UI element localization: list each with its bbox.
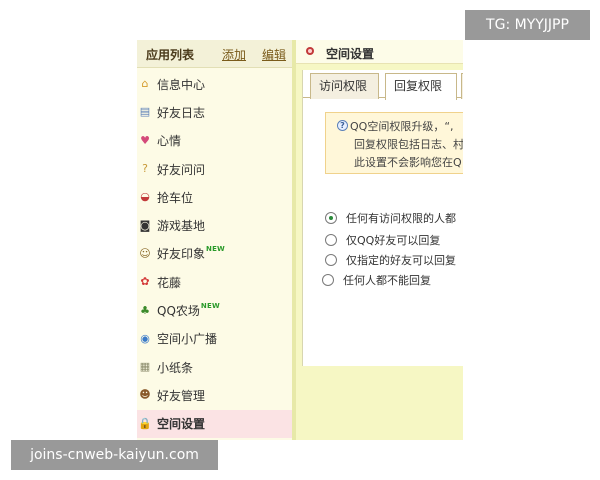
sidebar-item[interactable]: ✿ 花藤 bbox=[137, 268, 292, 296]
sidebar-item-label: 好友管理 bbox=[157, 388, 206, 403]
sidebar-item-label: 好友问问 bbox=[157, 162, 206, 177]
notice-line-3: 此设置不会影响您在Q bbox=[354, 156, 462, 169]
sidebar-item[interactable]: ☺ 好友印象 NEW bbox=[137, 240, 292, 268]
option-label: 任何人都不能回复 bbox=[343, 274, 431, 287]
radio-button[interactable] bbox=[325, 212, 337, 224]
watermark-top: TG: MYYJJPP bbox=[465, 10, 590, 40]
sidebar-item-label: 空间设置 bbox=[157, 417, 206, 432]
person-icon: ☺ bbox=[139, 246, 151, 260]
lock-icon: 🔒 bbox=[138, 416, 152, 430]
sidebar-item[interactable]: ? 好友问问 bbox=[137, 155, 292, 183]
home-icon: ⌂ bbox=[141, 77, 149, 91]
flower-icon: ✿ bbox=[140, 275, 150, 289]
sidebar-item-label: 空间小广播 bbox=[157, 332, 218, 347]
settings-content: 空间设置 访问权限 回复权限 ? QQ空间权限升级，“, 回复权限包括日志、村 … bbox=[296, 40, 463, 440]
new-badge: NEW bbox=[206, 244, 225, 253]
edit-apps-link[interactable]: 编辑 bbox=[262, 46, 286, 63]
sidebar-item-label: 好友印象 bbox=[157, 247, 206, 262]
sidebar-item-label: 花藤 bbox=[157, 275, 182, 290]
heart-icon: ♥ bbox=[140, 133, 150, 147]
sidebar-app-list: ⌂ 信息中心 ▤ 好友日志 ♥ 心情? 好友问问 ◒ 抢车位 ◙ 游戏基地 ☺ 好友印象 NEW ✿ 花藤 ♣ Q… bbox=[137, 70, 292, 438]
info-icon: ? bbox=[337, 120, 348, 131]
radio-button[interactable] bbox=[322, 274, 334, 286]
sidebar-item[interactable]: ◉ 空间小广播 bbox=[137, 325, 292, 353]
page: 应用列表 添加 编辑 ⌂ 信息中心 ▤ 好友日志 ♥ 心情? 好友问问 ◒ 抢车位 ◙ 游戏基地 ☺ 好… bbox=[0, 0, 600, 480]
app-sidebar: 应用列表 添加 编辑 ⌂ 信息中心 ▤ 好友日志 ♥ 心情? 好友问问 ◒ 抢车位 ◙ 游戏基地 ☺ 好… bbox=[137, 40, 292, 440]
add-app-link[interactable]: 添加 bbox=[222, 46, 246, 63]
sidebar-item[interactable]: ♥ 心情 bbox=[137, 127, 292, 155]
car-icon: ◒ bbox=[140, 190, 150, 204]
reply-option[interactable]: 仅QQ好友可以回复 bbox=[325, 232, 440, 248]
sidebar-header: 应用列表 添加 编辑 bbox=[137, 40, 292, 68]
sidebar-item[interactable]: ◙ 游戏基地 bbox=[137, 211, 292, 239]
tab-reply-permission[interactable]: 回复权限 bbox=[385, 73, 457, 100]
sidebar-item-label: 游戏基地 bbox=[157, 219, 206, 234]
broadcast-icon: ◉ bbox=[140, 331, 150, 345]
notice-line-2: 回复权限包括日志、村 bbox=[354, 138, 463, 151]
upgrade-notice: ? QQ空间权限升级，“, 回复权限包括日志、村 此设置不会影响您在Q bbox=[325, 112, 463, 174]
radio-button[interactable] bbox=[325, 254, 337, 266]
sidebar-item[interactable]: ▤ 好友日志 bbox=[137, 98, 292, 126]
sidebar-item-label: QQ农场 bbox=[157, 304, 200, 319]
sidebar-item-label: 信息中心 bbox=[157, 77, 206, 92]
note-icon: ▦ bbox=[139, 360, 151, 374]
gamepad-icon: ◙ bbox=[139, 218, 151, 232]
content-header: 空间设置 bbox=[296, 40, 463, 64]
sprout-icon: ♣ bbox=[140, 303, 150, 317]
radio-button[interactable] bbox=[325, 234, 337, 246]
sidebar-item[interactable]: ▦ 小纸条 bbox=[137, 353, 292, 381]
option-label: 仅QQ好友可以回复 bbox=[346, 234, 441, 247]
sidebar-item[interactable]: ◒ 抢车位 bbox=[137, 183, 292, 211]
bullet-icon bbox=[306, 47, 314, 55]
sidebar-item-label: 好友日志 bbox=[157, 105, 206, 120]
option-label: 仅指定的好友可以回复 bbox=[346, 254, 456, 267]
settings-panel: 访问权限 回复权限 ? QQ空间权限升级，“, 回复权限包括日志、村 此设置不会… bbox=[302, 70, 463, 366]
sidebar-item-label: 小纸条 bbox=[157, 360, 194, 375]
sidebar-item-label: 抢车位 bbox=[157, 190, 194, 205]
permission-tabs: 访问权限 回复权限 bbox=[303, 70, 463, 100]
sidebar-item[interactable]: ⌂ 信息中心 bbox=[137, 70, 292, 98]
sidebar-item[interactable]: ☻ 好友管理 bbox=[137, 381, 292, 409]
option-label: 任何有访问权限的人都 bbox=[346, 212, 456, 225]
page-title: 空间设置 bbox=[326, 47, 375, 61]
friends-icon: ☻ bbox=[139, 388, 151, 402]
sidebar-item[interactable]: 🔒 空间设置 bbox=[137, 409, 292, 438]
sidebar-item-label: 心情 bbox=[157, 134, 182, 149]
document-icon: ▤ bbox=[139, 105, 151, 119]
tab-more[interactable] bbox=[461, 73, 463, 99]
reply-option[interactable]: 任何人都不能回复 bbox=[322, 272, 431, 288]
reply-option[interactable]: 仅指定的好友可以回复 bbox=[325, 252, 456, 268]
sidebar-item[interactable]: ♣ QQ农场 NEW bbox=[137, 296, 292, 324]
new-badge: NEW bbox=[200, 301, 220, 310]
tab-visit-permission[interactable]: 访问权限 bbox=[310, 73, 379, 99]
watermark-bottom: joins-cnweb-kaiyun.com bbox=[11, 440, 218, 470]
notice-line-1: QQ空间权限升级，“, bbox=[350, 120, 454, 133]
sidebar-title: 应用列表 bbox=[146, 48, 195, 62]
question-icon: ? bbox=[142, 162, 148, 176]
reply-option[interactable]: 任何有访问权限的人都 bbox=[325, 210, 456, 226]
